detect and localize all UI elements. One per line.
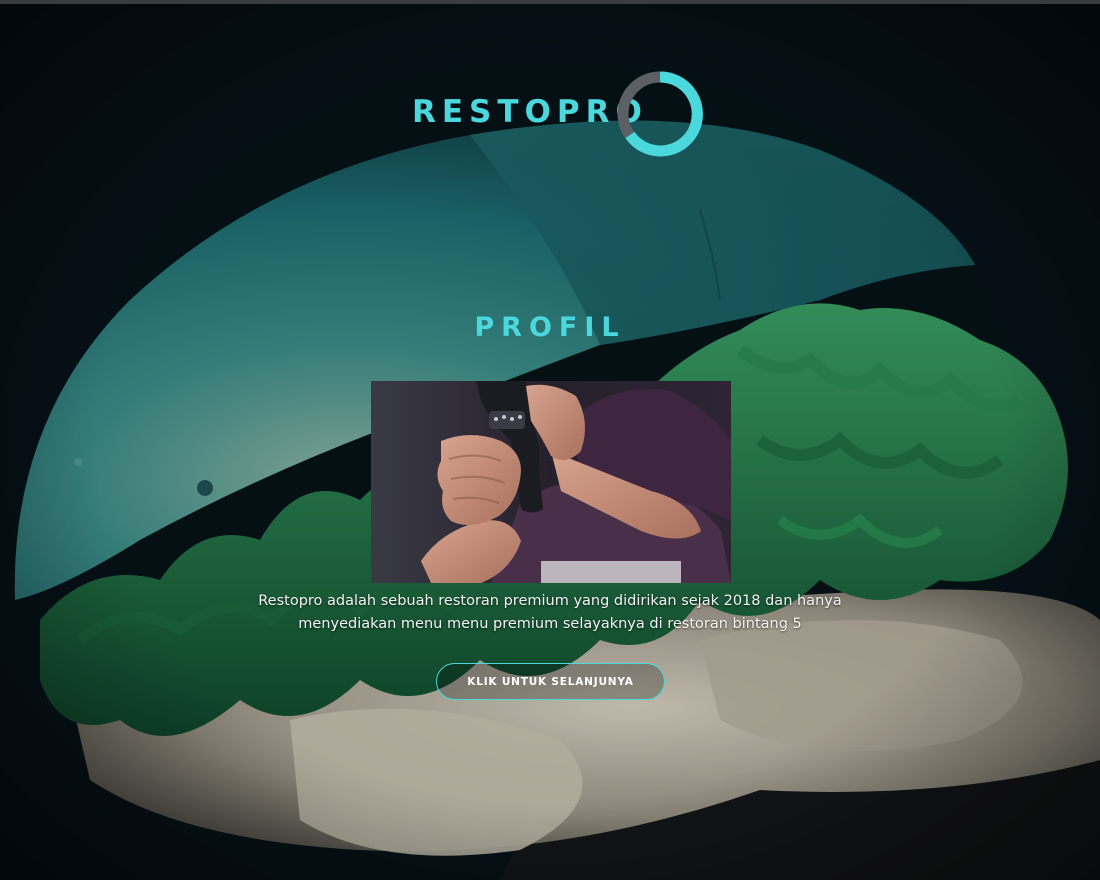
page: RESTOPRO PROFIL Restopro adalah sebuah r…	[0, 0, 1100, 880]
section-title: PROFIL	[474, 312, 626, 343]
browser-top-edge	[0, 0, 1100, 4]
profile-description: Restopro adalah sebuah restoran premium …	[258, 593, 842, 632]
logo-text: RESTOPRO	[412, 94, 648, 130]
restopro-logo[interactable]: RESTOPRO	[410, 68, 710, 160]
next-button[interactable]: KLIK UNTUK SELANJUNYA	[436, 663, 665, 700]
profile-photo	[371, 381, 731, 583]
logo-ring-icon	[617, 71, 703, 157]
